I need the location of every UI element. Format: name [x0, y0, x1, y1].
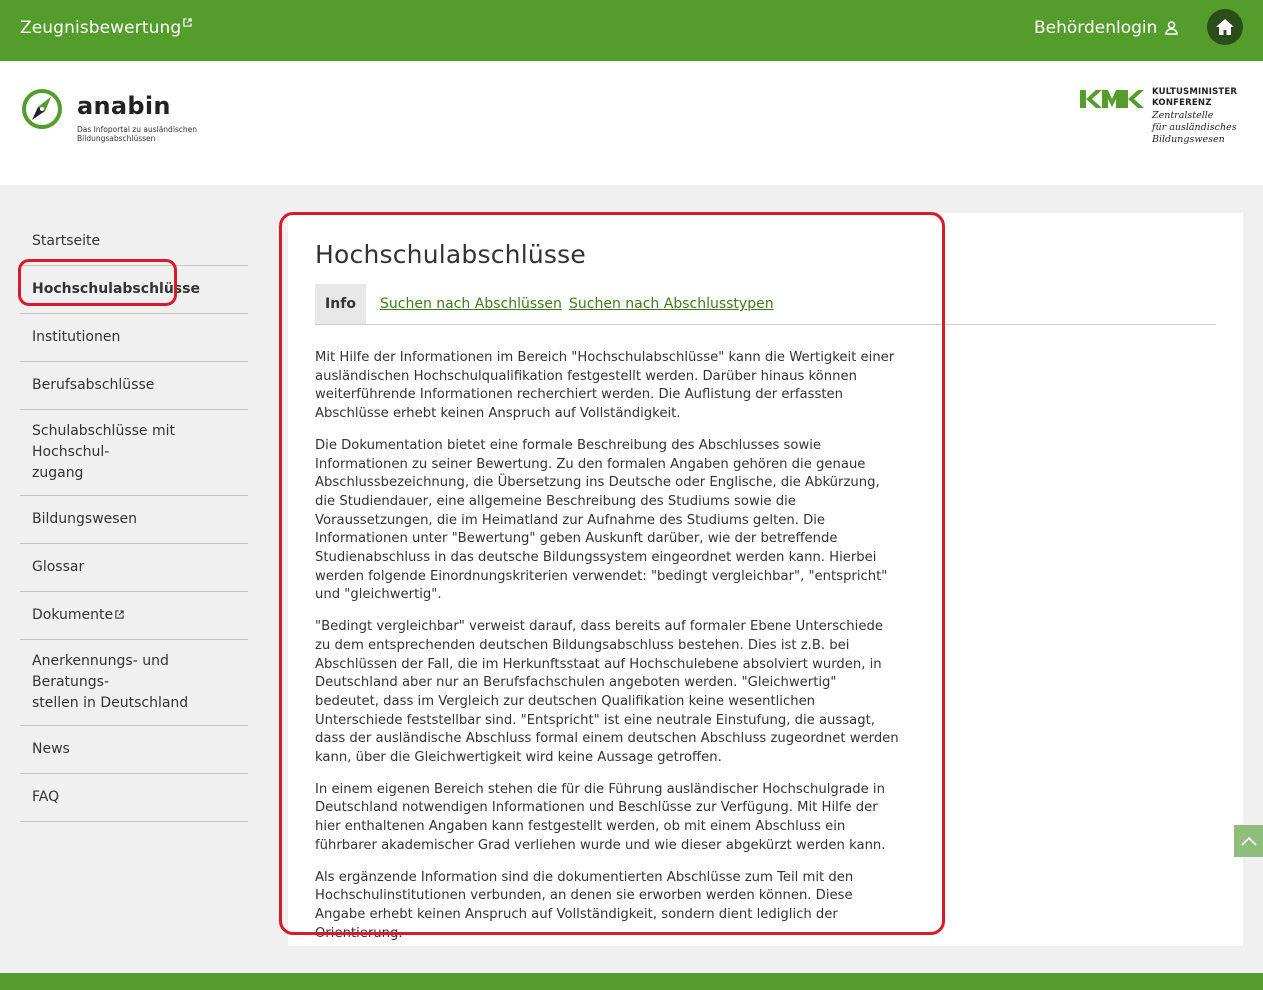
- chevron-up-icon: [1240, 836, 1257, 846]
- info-paragraph: Mit Hilfe der Informationen im Bereich "…: [315, 350, 895, 422]
- footer-bar: [0, 973, 1263, 990]
- sidebar-item-faq[interactable]: FAQ: [20, 774, 248, 822]
- kmk-logo[interactable]: KULTUSMINISTER KONFERENZ Zentralstelle f…: [1080, 86, 1250, 146]
- info-paragraph: "Bedingt vergleichbar" verweist darauf, …: [315, 619, 899, 766]
- kmk-subtitle: Zentralstelle für ausländisches Bildungs…: [1152, 110, 1237, 146]
- sidebar-item-label: Institutionen: [32, 329, 121, 345]
- sidebar-item-institutionen[interactable]: Institutionen: [20, 314, 248, 362]
- kmk-title: KULTUSMINISTER KONFERENZ: [1152, 87, 1237, 109]
- anabin-logo[interactable]: anabin Das Infoportal zu ausländischen B…: [20, 87, 197, 143]
- external-link-icon: [115, 610, 124, 619]
- sidebar-item-label: Schulabschlüsse mit Hochschul- zugang: [32, 423, 175, 481]
- tab-suchen-nach-abschluessen[interactable]: Suchen nach Abschlüssen: [380, 284, 562, 324]
- user-icon: [1165, 21, 1179, 35]
- sidebar-item-news[interactable]: News: [20, 726, 248, 774]
- anabin-wordmark: anabin: [77, 92, 171, 120]
- tab-bar: Info Suchen nach Abschlüssen Suchen nach…: [315, 284, 1216, 325]
- behoerdenlogin-label: Behördenlogin: [1034, 18, 1158, 38]
- kmk-subtitle-line-1: Zentralstelle: [1152, 110, 1214, 121]
- sidebar-item-startseite[interactable]: Startseite: [20, 218, 248, 266]
- anabin-tagline: Das Infoportal zu ausländischen Bildungs…: [77, 125, 198, 143]
- kmk-subtitle-line-3: Bildungswesen: [1152, 134, 1225, 145]
- compass-logo-icon: [22, 89, 62, 129]
- sidebar-item-schulabschluesse[interactable]: Schulabschlüsse mit Hochschul- zugang: [20, 410, 248, 496]
- kmk-subtitle-line-2: für ausländisches: [1152, 122, 1237, 133]
- site-header: anabin Das Infoportal zu ausländischen B…: [0, 61, 1263, 185]
- top-bar: Zeugnisbewertung Behördenlogin: [0, 0, 1263, 61]
- content-panel: Hochschulabschlüsse Info Suchen nach Abs…: [288, 213, 1243, 946]
- tab-suchen-nach-abschlusstypen[interactable]: Suchen nach Abschlusstypen: [569, 284, 774, 324]
- sidebar-item-label: Glossar: [32, 559, 85, 575]
- sidebar-item-label: Berufsabschlüsse: [32, 377, 155, 393]
- scroll-to-top-button[interactable]: [1234, 825, 1263, 857]
- sidebar-item-label: Startseite: [32, 233, 101, 249]
- sidebar-item-label: Hochschulabschlüsse: [32, 281, 200, 297]
- sidebar-item-label: Dokumente: [32, 607, 114, 623]
- kmk-title-line-1: KULTUSMINISTER: [1152, 87, 1238, 97]
- sidebar-item-label: Bildungswesen: [32, 511, 138, 527]
- info-paragraph: In einem eigenen Bereich stehen die für …: [315, 781, 886, 853]
- info-paragraph: Die Dokumentation bietet eine formale Be…: [315, 437, 888, 603]
- external-link-icon: [183, 18, 192, 27]
- sidebar-item-dokumente[interactable]: Dokumente: [20, 592, 248, 640]
- info-paragraph: Als ergänzende Information sind die doku…: [315, 869, 854, 941]
- home-icon: [1216, 19, 1234, 35]
- zeugnisbewertung-label: Zeugnisbewertung: [20, 18, 182, 38]
- sidebar-item-label: Anerkennungs- und Beratungs- stellen in …: [32, 653, 189, 711]
- page-title: Hochschulabschlüsse: [315, 240, 586, 269]
- behoerdenlogin-link[interactable]: Behördenlogin: [1034, 18, 1179, 38]
- sidebar-item-anerkennungsstellen[interactable]: Anerkennungs- und Beratungs- stellen in …: [20, 640, 248, 726]
- info-text: Mit Hilfe der Informationen im Bereich "…: [315, 349, 900, 956]
- sidebar-item-label: FAQ: [32, 789, 60, 805]
- sidebar-item-hochschulabschluesse[interactable]: Hochschulabschlüsse: [20, 266, 248, 314]
- sidebar-item-glossar[interactable]: Glossar: [20, 544, 248, 592]
- kmk-title-line-2: KONFERENZ: [1152, 98, 1212, 108]
- sidebar-nav: Startseite Hochschulabschlüsse Instituti…: [20, 218, 248, 822]
- sidebar-item-bildungswesen[interactable]: Bildungswesen: [20, 496, 248, 544]
- kmk-mark-icon: [1080, 90, 1144, 108]
- sidebar-item-berufsabschluesse[interactable]: Berufsabschlüsse: [20, 362, 248, 410]
- home-button[interactable]: [1207, 9, 1243, 45]
- sidebar-item-label: News: [32, 741, 70, 757]
- tab-info[interactable]: Info: [315, 284, 366, 324]
- zeugnisbewertung-link[interactable]: Zeugnisbewertung: [20, 18, 192, 38]
